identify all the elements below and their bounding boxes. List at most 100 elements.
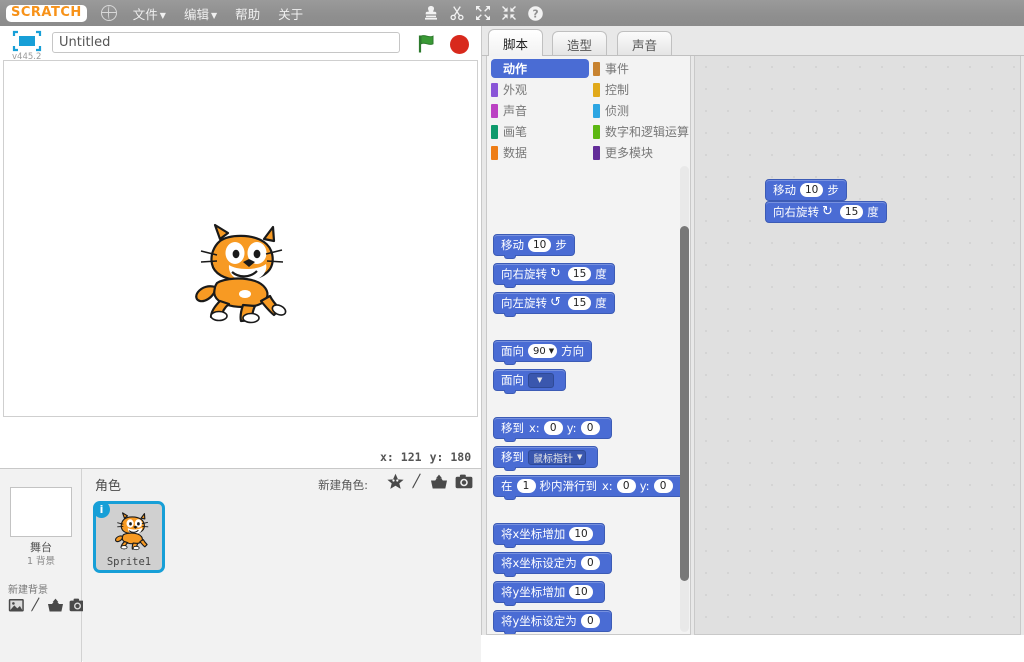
project-name-input[interactable] [52,32,400,53]
block-input-degrees[interactable]: 15 [839,205,864,219]
scratch-cat-sprite[interactable] [187,221,293,325]
block-point-towards[interactable]: 面向 ▼ [493,369,566,394]
sprite-info-badge[interactable]: i [93,501,110,518]
paint-brush-icon[interactable] [30,597,42,616]
sprite-library-icon[interactable] [387,473,404,493]
block-input-y[interactable]: 0 [580,421,600,435]
block-input-steps[interactable]: 10 [528,238,552,252]
paint-brush-icon[interactable] [411,473,423,493]
presentation-mode-icon[interactable] [10,29,44,53]
block-change-y-by[interactable]: 将y坐标增加 10 [493,581,605,606]
stage-thumbnail[interactable] [10,487,72,537]
category-looks[interactable]: 外观 [491,80,587,99]
block-text: 在 [501,479,513,493]
menu-help-label: 帮助 [235,6,261,22]
globe-icon[interactable] [100,5,117,21]
category-label: 画笔 [503,124,528,139]
block-turn-right[interactable]: 向右旋转 ↻ 15 度 [493,263,615,288]
script-block-move[interactable]: 移动 10 步 [765,179,847,201]
category-events[interactable]: 事件 [593,59,689,78]
category-operators[interactable]: 数字和逻辑运算 [593,122,689,141]
help-icon[interactable]: ? [522,0,548,26]
category-control[interactable]: 控制 [593,80,689,99]
block-set-x-to[interactable]: 将x坐标设定为 0 [493,552,612,577]
palette-scrollbar-thumb[interactable] [680,226,689,581]
block-go-to-target[interactable]: 移到 鼠标指针 ▼ [493,446,599,471]
block-label-y: y: [566,421,577,435]
menu-about-label: 关于 [278,6,304,22]
block-text: 方向 [561,344,585,358]
block-input-degrees[interactable]: 15 [567,296,592,310]
menu-edit[interactable]: 编辑 ▼ [184,4,217,23]
category-sound[interactable]: 声音 [491,101,587,120]
block-text: 度 [595,296,607,310]
stamp-icon[interactable] [418,0,444,26]
menu-bar: SCRATCH 文件 ▼ 编辑 ▼ 帮助 关于 ? [0,0,1024,26]
block-dropdown-target[interactable]: ▼ [528,372,554,388]
block-text: 将x坐标设定为 [501,556,577,570]
block-text: 向左旋转 [501,296,547,310]
category-swatch [593,82,600,97]
category-sensing[interactable]: 侦测 [593,101,689,120]
block-point-in-direction[interactable]: 面向 90 ▼ 方向 [493,340,593,365]
block-dropdown-direction[interactable]: 90 ▼ [528,344,558,358]
category-data[interactable]: 数据 [491,143,587,162]
upload-icon[interactable] [47,598,64,616]
block-input-value[interactable]: 10 [569,585,593,599]
sprite-list: i Sprite1 [83,497,481,662]
upload-icon[interactable] [430,474,448,493]
camera-icon[interactable] [455,474,473,492]
category-label: 声音 [503,103,528,118]
block-input-value[interactable]: 10 [569,527,593,541]
shrink-icon[interactable] [496,0,522,26]
tab-sounds[interactable]: 声音 [617,31,673,56]
category-swatch [491,103,498,118]
block-move[interactable]: 移动 10 步 [493,234,575,259]
scratch-logo[interactable]: SCRATCH [6,4,87,22]
stage-canvas[interactable] [3,60,478,417]
menu-file[interactable]: 文件 ▼ [133,4,166,23]
block-glide-to-xy[interactable]: 在 1 秒内滑行到 x: 0 y: 0 [493,475,685,500]
block-input-seconds[interactable]: 1 [516,479,536,493]
scripts-canvas[interactable]: 移动 10 步 向右旋转 ↻ 15 度 [694,56,1021,635]
block-input-x[interactable]: 0 [543,421,563,435]
block-list: 移动 10 步 向右旋转 ↻ 15 度 向左旋转 ↺ 15 度 面向 90▼ [487,164,690,634]
mouse-y-label: y: [429,450,444,464]
menu-help[interactable]: 帮助 [235,4,260,23]
block-input-steps[interactable]: 10 [800,183,824,197]
grow-icon[interactable] [470,0,496,26]
block-input-y[interactable]: 0 [653,479,673,493]
menu-edit-label: 编辑 [183,6,209,22]
category-label: 动作 [503,61,528,76]
block-dropdown-target[interactable]: 鼠标指针 ▼ [528,449,587,465]
palette-scrollbar[interactable] [680,166,689,632]
green-flag-icon[interactable] [416,34,438,54]
menu-file-label: 文件 [132,6,158,22]
block-palette: 动作 外观 声音 画笔 数据 事件 控制 侦测 数字和逻辑运算 更多模块 移动 … [486,56,691,635]
script-block-turn-right[interactable]: 向右旋转 ↻ 15 度 [765,201,887,223]
block-input-value[interactable]: 0 [580,556,600,570]
new-sprite-label: 新建角色: [318,478,368,492]
sprite-tile-sprite1[interactable]: i Sprite1 [93,501,165,573]
turn-counterclockwise-icon: ↺ [550,295,561,310]
menu-about[interactable]: 关于 [278,4,303,23]
block-text: 面向 [501,344,524,358]
block-input-degrees[interactable]: 15 [567,267,592,281]
tab-costumes[interactable]: 造型 [552,31,608,56]
category-motion[interactable]: 动作 [491,59,589,78]
block-change-x-by[interactable]: 将x坐标增加 10 [493,523,605,548]
category-more-blocks[interactable]: 更多模块 [593,143,689,162]
category-pen[interactable]: 画笔 [491,122,587,141]
stop-sign-icon[interactable] [450,35,469,54]
block-set-y-to[interactable]: 将y坐标设定为 0 [493,610,612,634]
block-text: 度 [595,267,607,281]
tab-scripts[interactable]: 脚本 [488,29,544,56]
picture-library-icon[interactable] [8,598,25,616]
block-text: 移到 [501,421,524,435]
block-turn-left[interactable]: 向左旋转 ↺ 15 度 [493,292,615,317]
block-go-to-xy[interactable]: 移到 x: 0 y: 0 [493,417,612,442]
block-input-value[interactable]: 0 [580,614,600,628]
category-grid: 动作 外观 声音 画笔 数据 事件 控制 侦测 数字和逻辑运算 更多模块 [491,59,689,163]
block-input-x[interactable]: 0 [616,479,636,493]
scissors-icon[interactable] [444,0,470,26]
